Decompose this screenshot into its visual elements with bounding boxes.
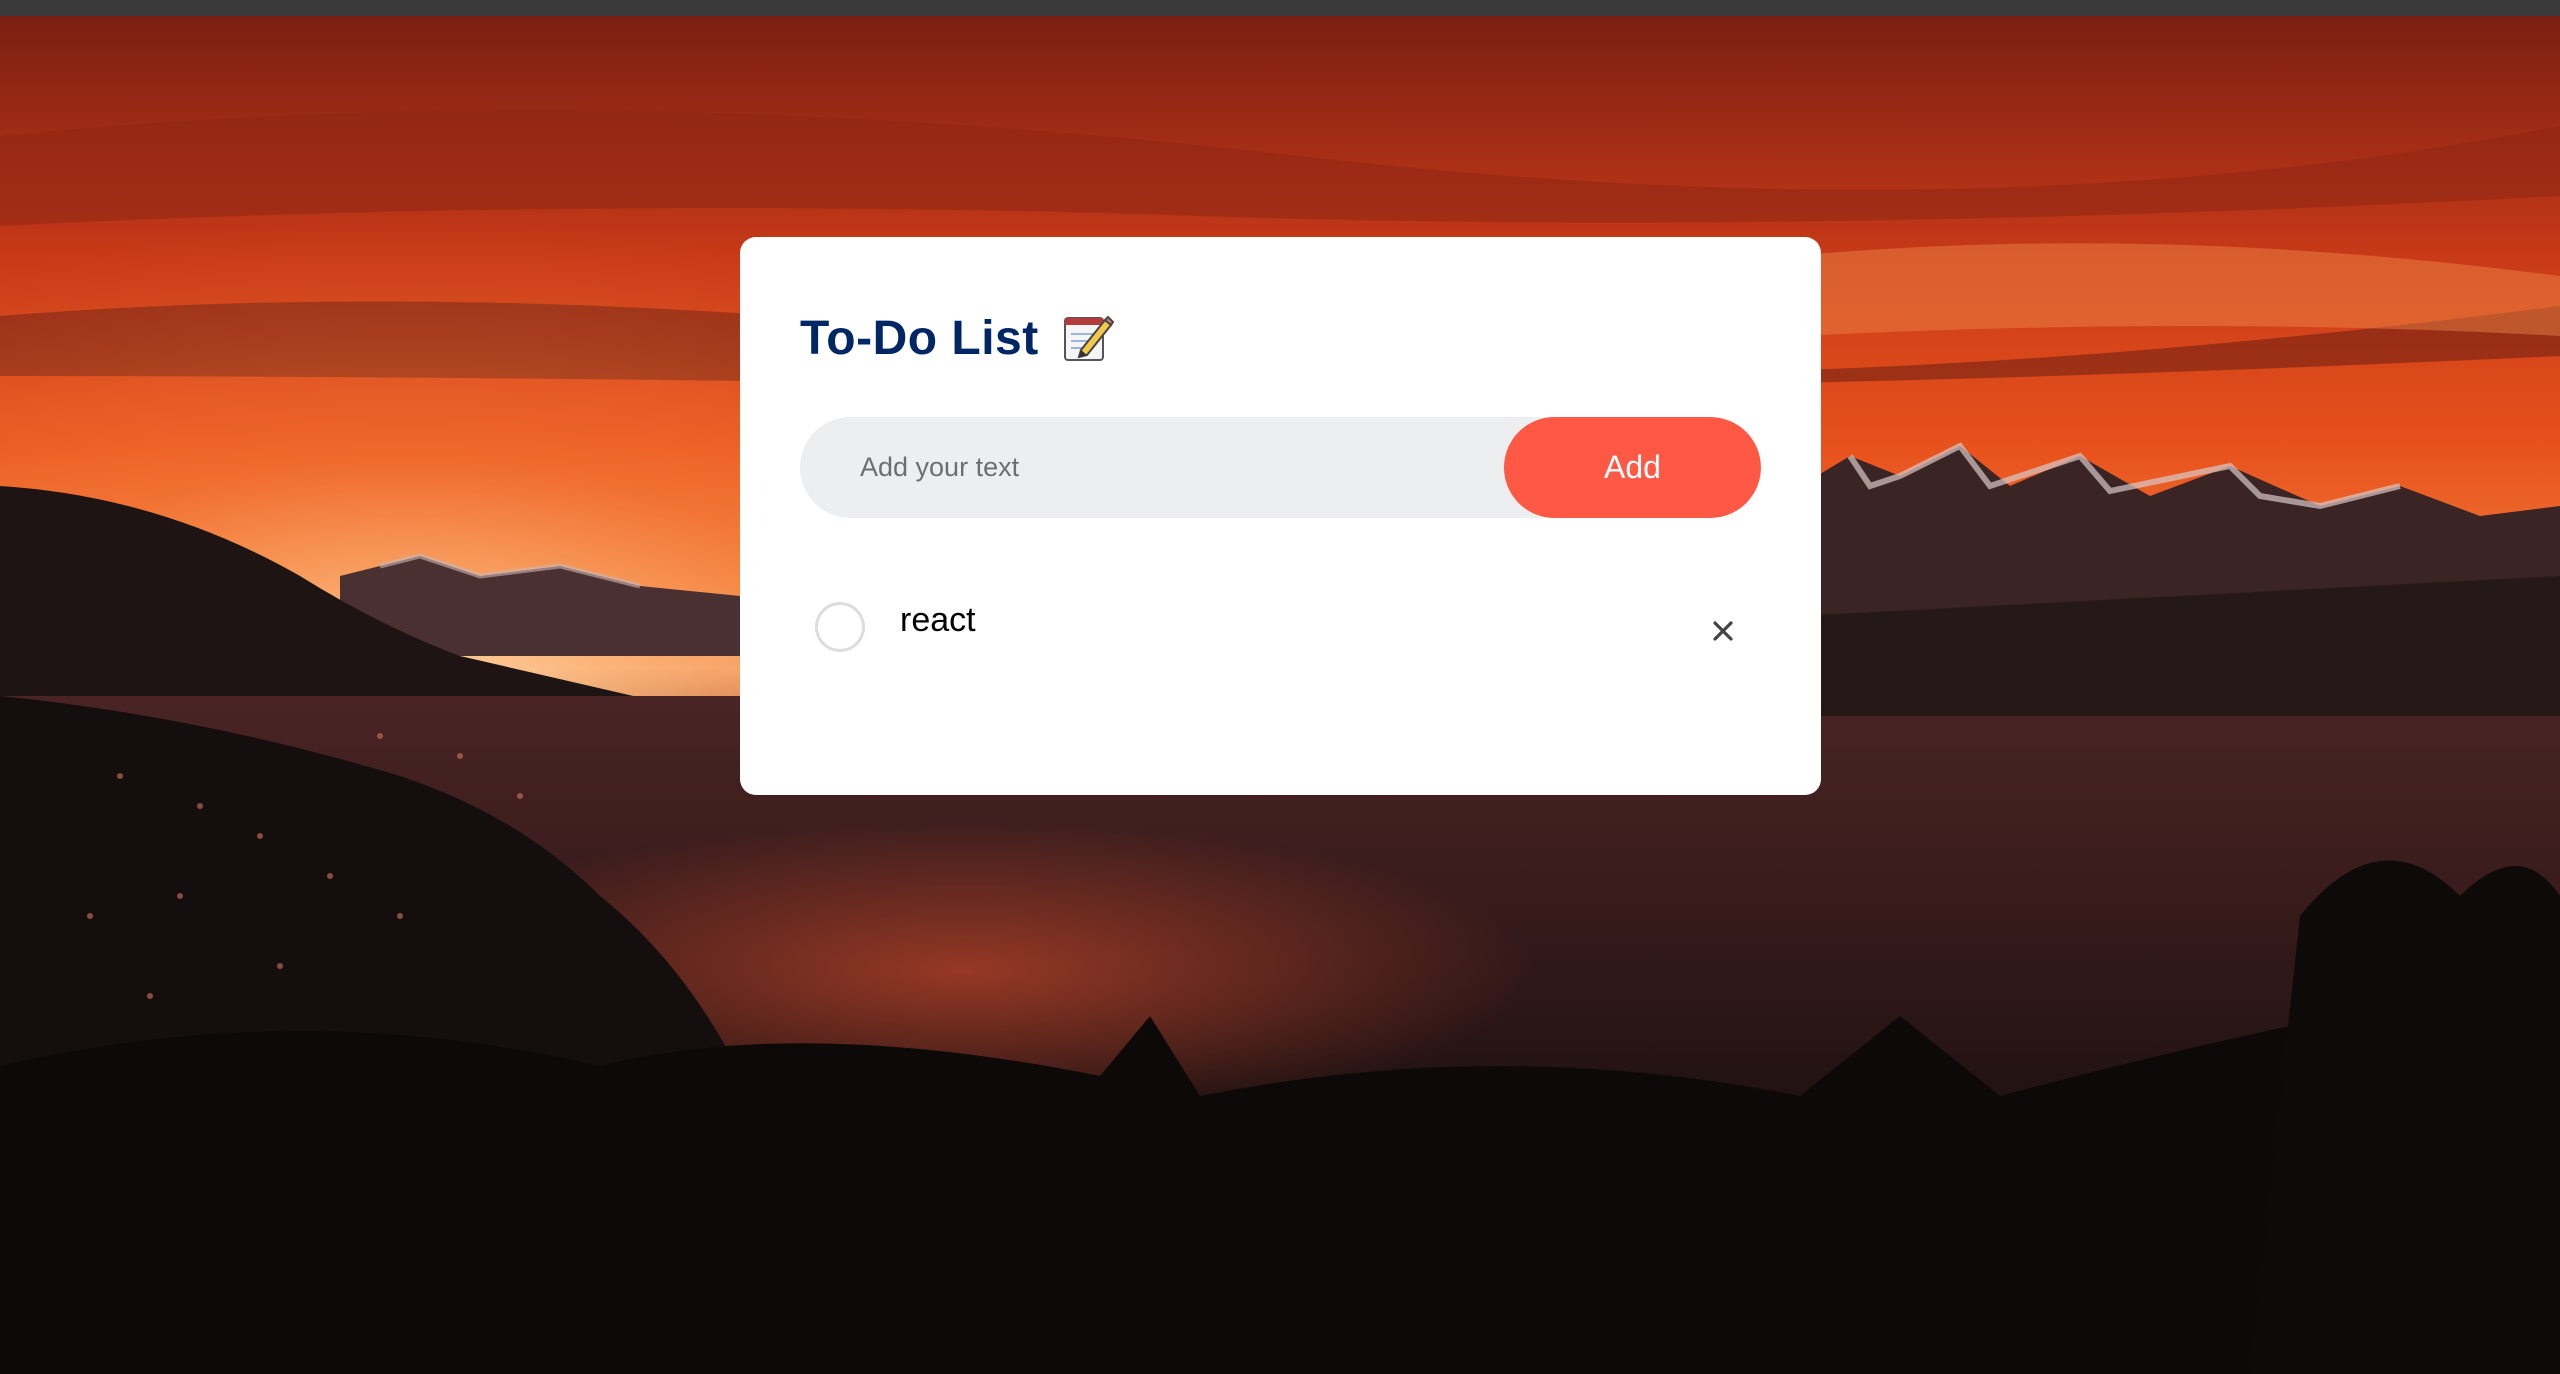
unchecked-circle-icon[interactable] <box>815 602 865 652</box>
todo-item-text: react <box>900 601 976 639</box>
todo-text-input[interactable] <box>800 417 1504 518</box>
todo-card: To-Do List Add react <box>740 237 1821 795</box>
add-button[interactable]: Add <box>1504 417 1761 518</box>
close-icon[interactable] <box>1705 613 1741 649</box>
browser-top-bar <box>0 0 2560 16</box>
page-title: To-Do List <box>800 311 1039 365</box>
list-item[interactable]: react <box>800 577 1761 677</box>
todo-list: react <box>800 577 1761 677</box>
add-todo-row: Add <box>800 417 1761 518</box>
memo-icon <box>1059 310 1115 366</box>
title-row: To-Do List <box>800 310 1115 366</box>
